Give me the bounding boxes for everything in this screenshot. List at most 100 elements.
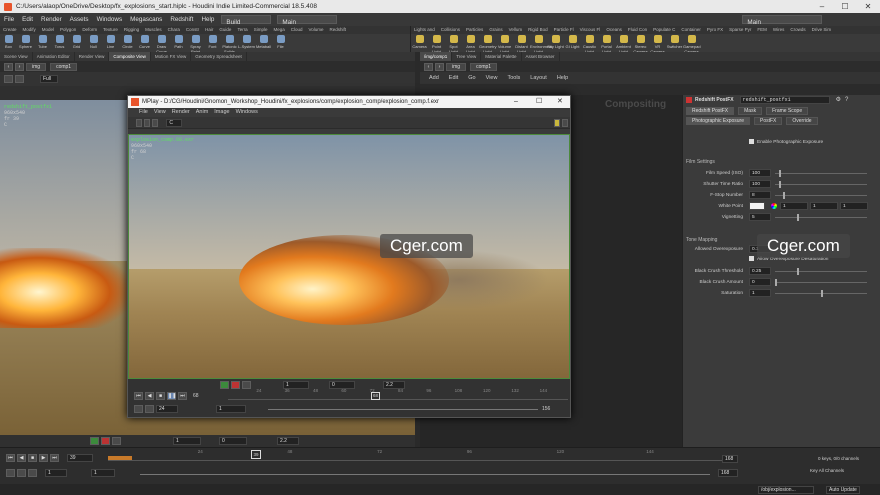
black-crush-amount-field[interactable]: 0 [749, 278, 771, 286]
shutter-slider[interactable] [775, 181, 867, 188]
shelf-tab-right-6[interactable]: Particle Fl [551, 26, 577, 34]
tool-sphere[interactable]: Sphere [17, 34, 34, 52]
shelf-tab-left-17[interactable]: Redshift [327, 26, 350, 34]
tool-gamepad-camera[interactable]: Gamepad Camera [683, 34, 701, 54]
mplay-range-track[interactable] [268, 409, 538, 410]
black-crush-amount-slider[interactable] [775, 279, 867, 286]
shelf-tab-left-10[interactable]: Hair [202, 26, 216, 34]
viewer-value1[interactable]: 1 [173, 437, 201, 445]
menu-help[interactable]: Help [552, 75, 573, 81]
node-name-field[interactable]: redshift_postfx1 [739, 95, 830, 104]
first-frame-icon[interactable]: ⏮ [134, 392, 143, 400]
pause-icon[interactable]: ❚❚ [167, 392, 176, 400]
menu-windows[interactable]: Windows [93, 13, 127, 26]
subtab-postfx[interactable]: PostFX [753, 117, 783, 125]
tool-circle[interactable]: Circle [119, 34, 136, 52]
key-all-channels[interactable]: Key All Channels [810, 468, 844, 473]
minimize-icon[interactable]: – [811, 0, 833, 13]
tool-portal-light[interactable]: Portal Light [598, 34, 615, 54]
film-speed-slider[interactable] [775, 170, 867, 177]
path-root[interactable]: img [26, 62, 47, 71]
tool-tube[interactable]: Tube [34, 34, 51, 52]
black-crush-threshold-slider[interactable] [775, 268, 867, 275]
shelf-tab-right-0[interactable]: Lights and [411, 26, 438, 34]
tool-path[interactable]: Path [170, 34, 187, 52]
film-speed-field[interactable]: 100 [749, 169, 771, 177]
shelf-tab-right-14[interactable]: FEM [754, 26, 770, 34]
mplay-layout-icon[interactable] [553, 118, 560, 127]
shelf-tab-right-1[interactable]: Collisions [438, 26, 463, 34]
mplay-start-frame[interactable]: 24 [156, 405, 178, 413]
tab-tree-view[interactable]: Tree View [452, 52, 482, 61]
tool-spot-light[interactable]: Spot Light [445, 34, 462, 54]
tab-scene-view[interactable]: Scene View [0, 52, 33, 61]
timeline-current-marker[interactable]: 39 [251, 450, 261, 459]
tab-mask[interactable]: Mask [738, 107, 763, 115]
shelf-tab-right-3[interactable]: Grains [486, 26, 505, 34]
slider-knob[interactable] [779, 170, 781, 177]
menu-edit[interactable]: Edit [18, 13, 37, 26]
right-main-dropdown[interactable]: Main [742, 15, 823, 26]
mplay-grid-icon[interactable] [561, 118, 569, 127]
tool-vr-camera[interactable]: VR Camera [649, 34, 666, 54]
menu-tools[interactable]: Tools [502, 75, 525, 81]
tool-grid[interactable]: Grid [68, 34, 85, 52]
first-frame-icon[interactable]: ⏮ [6, 454, 15, 462]
tab-composite-view[interactable]: Composite View [109, 52, 151, 61]
mplay-tool-icon[interactable] [144, 118, 151, 127]
realtime-icon[interactable] [28, 469, 37, 477]
slider-knob[interactable] [797, 268, 799, 275]
shelf-tab-left-2[interactable]: Model [39, 26, 57, 34]
tool-l-system[interactable]: L-System [238, 34, 255, 52]
tool-font[interactable]: Font [204, 34, 221, 52]
current-frame-field[interactable]: 39 [67, 454, 93, 462]
shelf-tab-right-8[interactable]: Oceans [603, 26, 625, 34]
range-end-field[interactable]: 168 [718, 469, 738, 477]
slider-knob[interactable] [775, 279, 777, 286]
menu-megascans[interactable]: Megascans [126, 13, 166, 26]
tool-stereo-camera[interactable]: Stereo Camera [632, 34, 649, 54]
playback-end-field[interactable]: 168 [722, 455, 738, 463]
tab-asset-browser[interactable]: Asset Browser [522, 52, 560, 61]
fstop-slider[interactable] [775, 192, 867, 199]
path-root[interactable]: img [446, 62, 467, 71]
tab-redshift-postfx[interactable]: Redshift PostFX [686, 107, 735, 115]
tab-geometry-spreadsheet[interactable]: Geometry Spreadsheet [191, 52, 247, 61]
shelf-tab-left-1[interactable]: Modify [20, 26, 39, 34]
white-point-g[interactable]: 1 [810, 202, 838, 210]
realtime-icon[interactable] [145, 405, 154, 413]
zoom-dropdown[interactable]: Full [40, 75, 58, 83]
black-crush-threshold-field[interactable]: 0.25 [749, 267, 771, 275]
mplay-current-frame-marker[interactable]: 68 [371, 392, 380, 400]
tool-line[interactable]: Line [102, 34, 119, 52]
viewer-gamma[interactable]: 2.2 [277, 437, 299, 445]
tool-caustic-light[interactable]: Caustic Light [581, 34, 598, 54]
subtab-override[interactable]: Override [786, 117, 818, 125]
menu-help[interactable]: Help [197, 13, 218, 26]
tool-null[interactable]: Null [85, 34, 102, 52]
tool-camera[interactable]: Camera [411, 34, 428, 52]
white-point-r[interactable]: 1 [780, 202, 808, 210]
shelf-tab-left-3[interactable]: Polygon [57, 26, 79, 34]
slider-knob[interactable] [779, 181, 781, 188]
shelf-tab-left-4[interactable]: Deform [79, 26, 100, 34]
key-icon[interactable] [6, 469, 15, 477]
shelf-tab-left-14[interactable]: Mega [270, 26, 287, 34]
menu-redshift[interactable]: Redshift [166, 13, 197, 26]
path-node[interactable]: comp1 [470, 62, 498, 71]
mplay-image[interactable]: explosion_comp.68.exr 960x540 fr 68 C [128, 134, 570, 379]
mplay-menu-windows[interactable]: Windows [233, 108, 261, 117]
shelf-tab-right-15[interactable]: Wires [770, 26, 788, 34]
playback-start-field[interactable]: 1 [91, 469, 115, 477]
tool-platonic-solids[interactable]: Platonic Solids [221, 34, 238, 54]
tab-frame-scope[interactable]: Frame Scope [766, 107, 809, 115]
shelf-tab-left-8[interactable]: Chara [165, 26, 183, 34]
shelf-tab-left-0[interactable]: Create [0, 26, 20, 34]
vignetting-slider[interactable] [775, 214, 867, 221]
shelf-tab-right-9[interactable]: Fluid Con [625, 26, 650, 34]
tool-spray-paint[interactable]: Spray Paint [187, 34, 204, 54]
mplay-tool-icon[interactable] [136, 118, 143, 127]
shelf-tab-left-16[interactable]: Volume [306, 26, 327, 34]
menu-file[interactable]: File [0, 13, 18, 26]
vignetting-field[interactable]: 5 [749, 213, 771, 221]
